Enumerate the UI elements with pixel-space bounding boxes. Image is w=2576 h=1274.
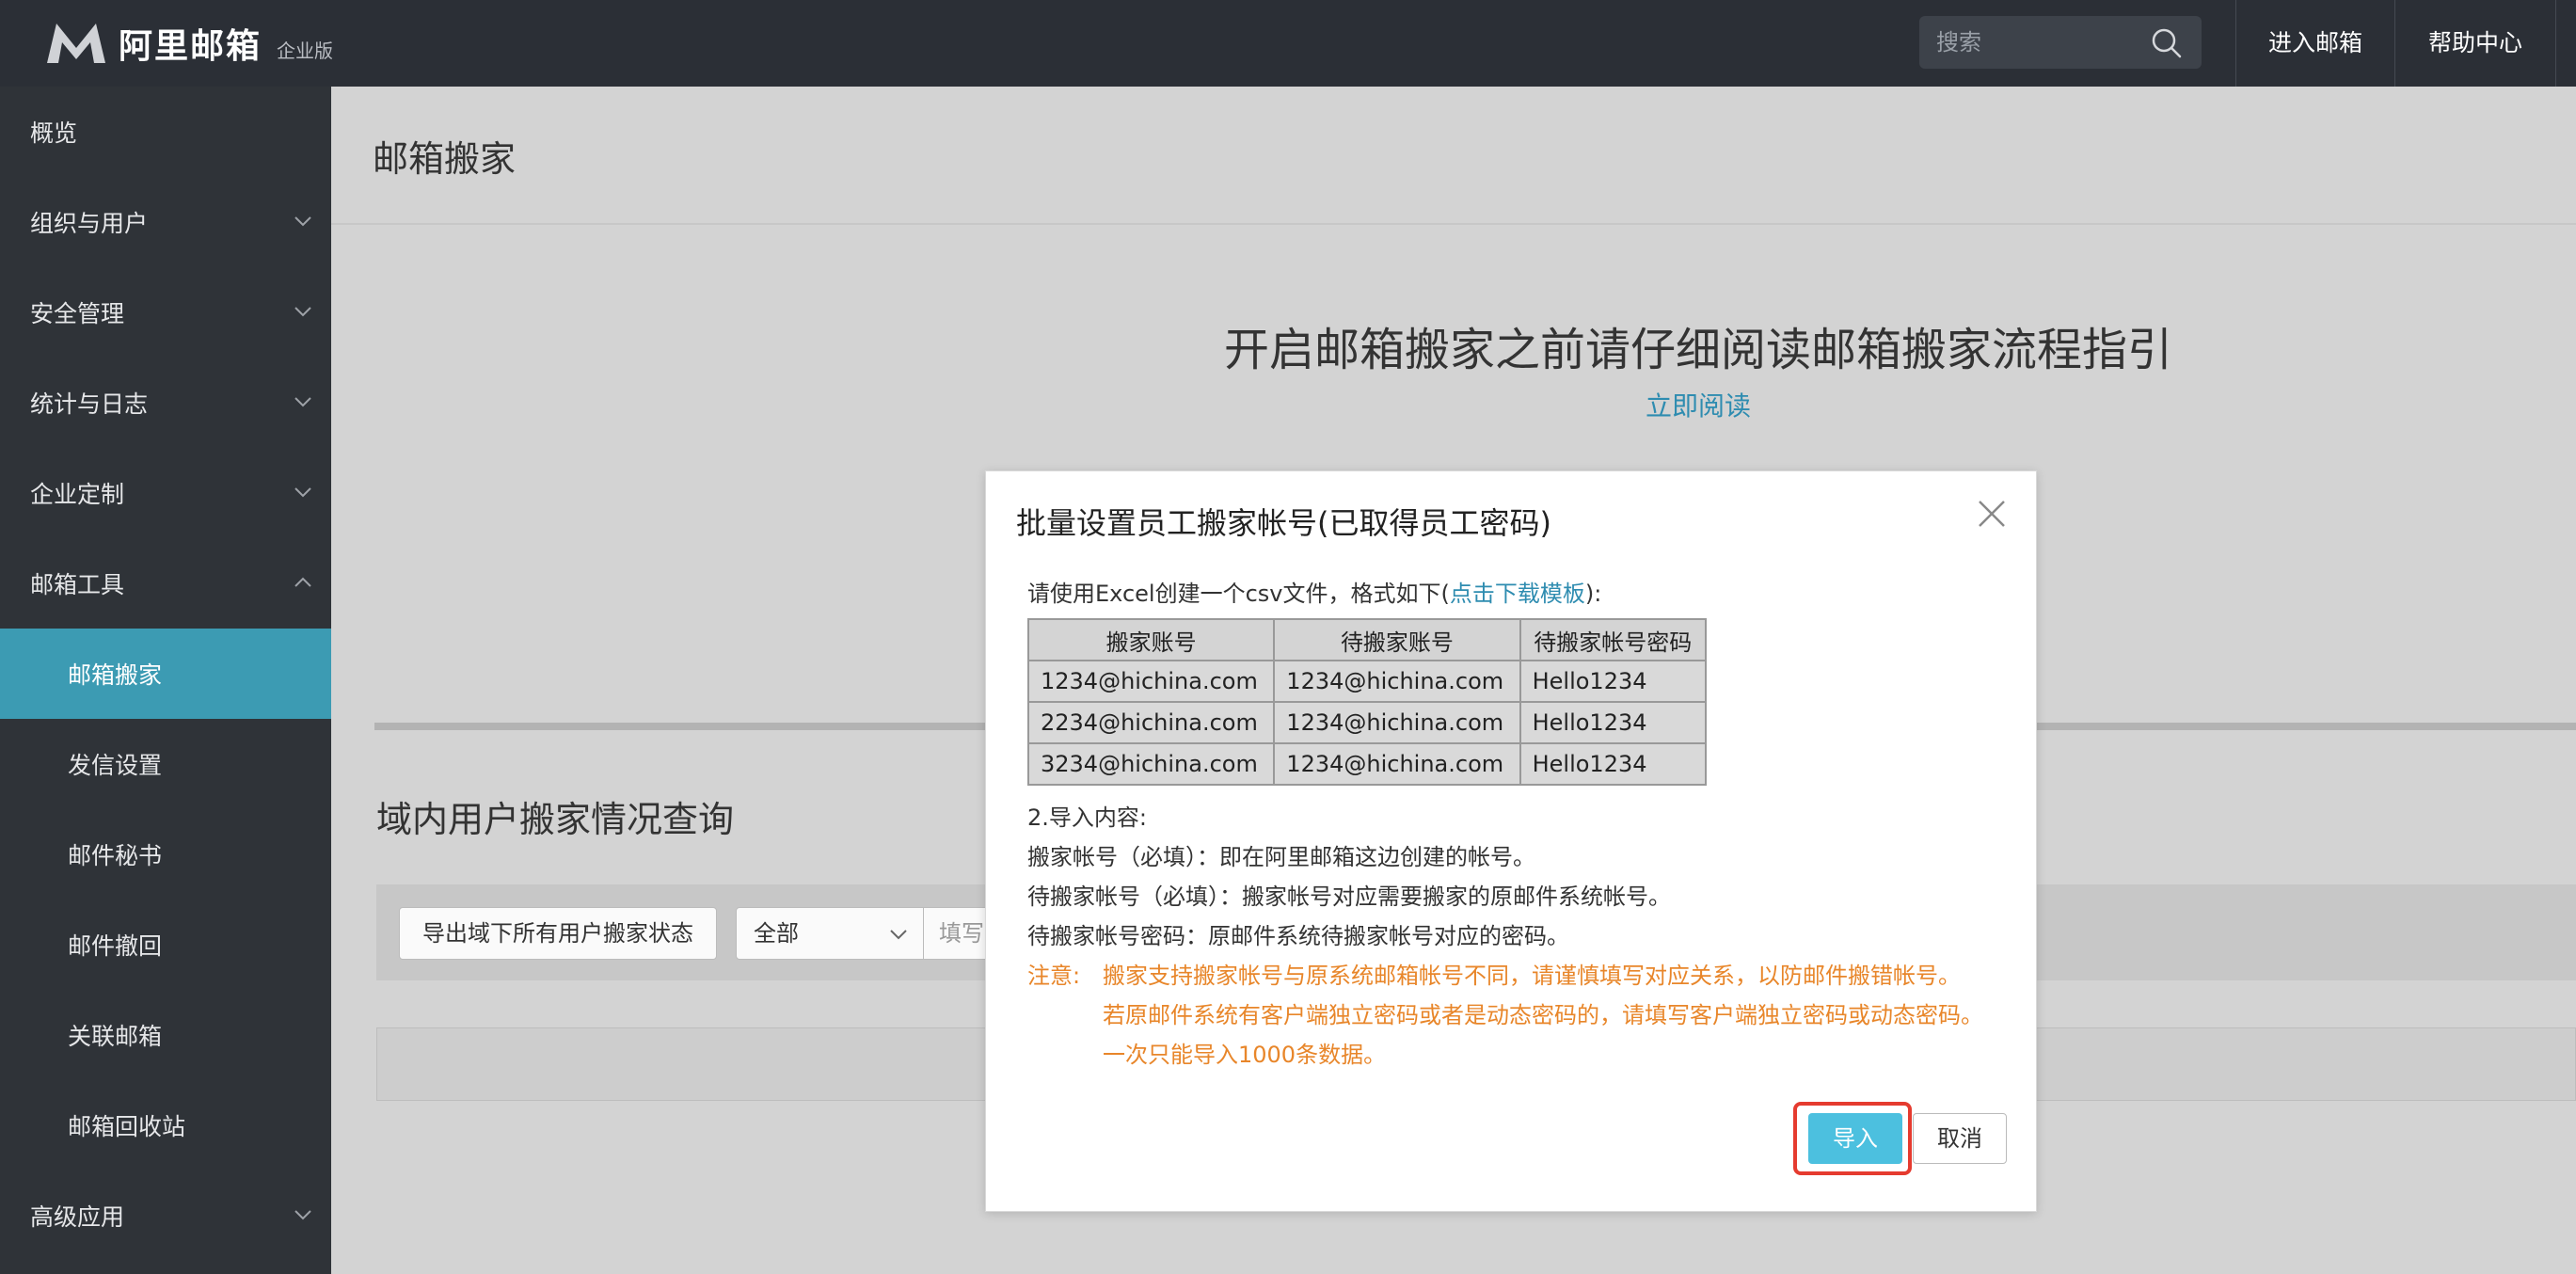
download-template-link[interactable]: 点击下载模板	[1450, 581, 1585, 607]
sidebar-item-send-settings[interactable]: 发信设置	[0, 719, 331, 809]
search-input[interactable]	[1934, 16, 2141, 69]
table-cell: Hello1234	[1519, 660, 1708, 703]
sidebar-item-label: 发信设置	[68, 752, 163, 779]
section-title: 域内用户搬家情况查询	[376, 799, 735, 840]
sidebar-item-label: 邮箱回收站	[68, 1113, 186, 1140]
sidebar-item-mail-migration[interactable]: 邮箱搬家	[0, 629, 331, 719]
table-cell: 2234@hichina.com	[1026, 701, 1276, 744]
instruction-prefix: 请使用Excel创建一个csv文件，格式如下(	[1027, 581, 1450, 607]
note-text: 若原邮件系统有客户端独立密码或者是动态密码的，请填写客户端独立密码或动态密码。	[1103, 1002, 1983, 1028]
sidebar-item-label: 邮箱搬家	[68, 661, 163, 689]
note-text: 搬家支持搬家帐号与原系统邮箱帐号不同，请谨慎填写对应关系，以防邮件搬错帐号。	[1103, 963, 1961, 989]
sidebar-item-recycle-bin[interactable]: 邮箱回收站	[0, 1080, 331, 1170]
sidebar-item-label: 邮件撤回	[68, 932, 163, 960]
table-header: 待搬家账号	[1273, 618, 1521, 661]
instruction-text: 请使用Excel创建一个csv文件，格式如下(点击下载模板):	[1027, 575, 1601, 608]
sidebar-item-org-users[interactable]: 组织与用户	[0, 177, 331, 267]
note-text: 一次只能导入1000条数据。	[1103, 1042, 1387, 1068]
sidebar-item-mail-recall[interactable]: 邮件撤回	[0, 900, 331, 990]
enter-mailbox-link[interactable]: 进入邮箱	[2236, 0, 2394, 87]
cancel-button[interactable]: 取消	[1913, 1113, 2007, 1164]
search-box	[1919, 16, 2202, 69]
sidebar-item-overview[interactable]: 概览	[0, 87, 331, 177]
export-status-button[interactable]: 导出域下所有用户搬家状态	[399, 907, 717, 960]
page-title: 邮箱搬家	[373, 138, 517, 180]
field-description: 搬家帐号（必填）：即在阿里邮箱这边创建的帐号。	[1027, 844, 1535, 870]
table-row: 1234@hichina.com 1234@hichina.com Hello1…	[1026, 660, 1708, 703]
divider	[2555, 0, 2556, 87]
table-row: 3234@hichina.com 1234@hichina.com Hello1…	[1026, 742, 1708, 786]
sidebar-item-linked-mailbox[interactable]: 关联邮箱	[0, 990, 331, 1080]
example-table: 搬家账号 待搬家账号 待搬家帐号密码 1234@hichina.com 1234…	[1026, 618, 1708, 786]
table-cell: 1234@hichina.com	[1273, 742, 1521, 786]
sidebar-item-label: 邮箱工具	[30, 571, 125, 598]
table-row: 2234@hichina.com 1234@hichina.com Hello1…	[1026, 701, 1708, 744]
chevron-down-icon	[294, 397, 311, 407]
sidebar-item-label: 组织与用户	[30, 210, 149, 237]
sidebar-item-mail-tools[interactable]: 邮箱工具	[0, 538, 331, 629]
status-select[interactable]: 全部	[736, 907, 924, 960]
chevron-down-icon	[294, 307, 311, 317]
logo[interactable]: 阿里邮箱 企业版	[43, 19, 333, 68]
import-button[interactable]: 导入	[1808, 1113, 1902, 1164]
chevron-down-icon	[294, 216, 311, 227]
table-cell: 1234@hichina.com	[1273, 701, 1521, 744]
instruction-suffix: ):	[1584, 581, 1602, 607]
sidebar-item-label: 高级应用	[30, 1203, 125, 1231]
divider	[331, 223, 2576, 225]
sidebar-item-stats-logs[interactable]: 统计与日志	[0, 358, 331, 448]
table-header: 待搬家帐号密码	[1519, 618, 1708, 661]
search-icon[interactable]	[2151, 27, 2183, 59]
sidebar-item-label: 统计与日志	[30, 390, 149, 418]
sidebar-item-customization[interactable]: 企业定制	[0, 448, 331, 538]
table-header: 搬家账号	[1026, 618, 1276, 661]
sidebar-item-mail-secretary[interactable]: 邮件秘书	[0, 809, 331, 900]
sidebar-item-advanced[interactable]: 高级应用	[0, 1170, 331, 1261]
dialog-title: 批量设置员工搬家帐号(已取得员工密码)	[1016, 505, 1551, 541]
sidebar-item-label: 企业定制	[30, 481, 125, 508]
status-select-value: 全部	[754, 920, 799, 947]
import-heading: 2.导入内容:	[1027, 804, 1147, 831]
logo-m-icon	[47, 24, 105, 63]
note-label: 注意:	[1027, 963, 1081, 989]
batch-migration-dialog: 批量设置员工搬家帐号(已取得员工密码) 请使用Excel创建一个csv文件，格式…	[985, 470, 2037, 1212]
chevron-down-icon	[294, 1210, 311, 1220]
field-description: 待搬家帐号（必填）：搬家帐号对应需要搬家的原邮件系统帐号。	[1027, 884, 1671, 910]
chevron-down-icon	[294, 487, 311, 498]
guide-headline: 开启邮箱搬家之前请仔细阅读邮箱搬家流程指引	[1223, 324, 2172, 376]
table-cell: 1234@hichina.com	[1273, 660, 1521, 703]
sidebar: 概览 组织与用户 安全管理 统计与日志 企业定制 邮箱工具 邮箱搬家 发信设置 …	[0, 87, 331, 1274]
close-icon[interactable]	[1976, 498, 2008, 530]
edition-badge: 企业版	[277, 39, 334, 62]
sidebar-item-label: 邮件秘书	[68, 842, 163, 869]
table-cell: Hello1234	[1519, 701, 1708, 744]
help-center-link[interactable]: 帮助中心	[2395, 0, 2555, 87]
table-cell: Hello1234	[1519, 742, 1708, 786]
table-cell: 1234@hichina.com	[1026, 660, 1276, 703]
chevron-down-icon	[890, 930, 907, 940]
logo-text: 阿里邮箱	[119, 27, 262, 66]
chevron-up-icon	[294, 577, 311, 587]
read-now-link[interactable]: 立即阅读	[331, 386, 2576, 423]
sidebar-item-label: 安全管理	[30, 300, 125, 327]
top-bar: 阿里邮箱 企业版 进入邮箱 帮助中心	[0, 0, 2576, 87]
sidebar-item-security[interactable]: 安全管理	[0, 267, 331, 358]
table-header-row: 搬家账号 待搬家账号 待搬家帐号密码	[1026, 618, 1708, 661]
table-cell: 3234@hichina.com	[1026, 742, 1276, 786]
sidebar-item-label: 概览	[30, 119, 78, 147]
sidebar-item-label: 关联邮箱	[68, 1023, 163, 1050]
field-description: 待搬家帐号密码：原邮件系统待搬家帐号对应的密码。	[1027, 923, 1569, 949]
